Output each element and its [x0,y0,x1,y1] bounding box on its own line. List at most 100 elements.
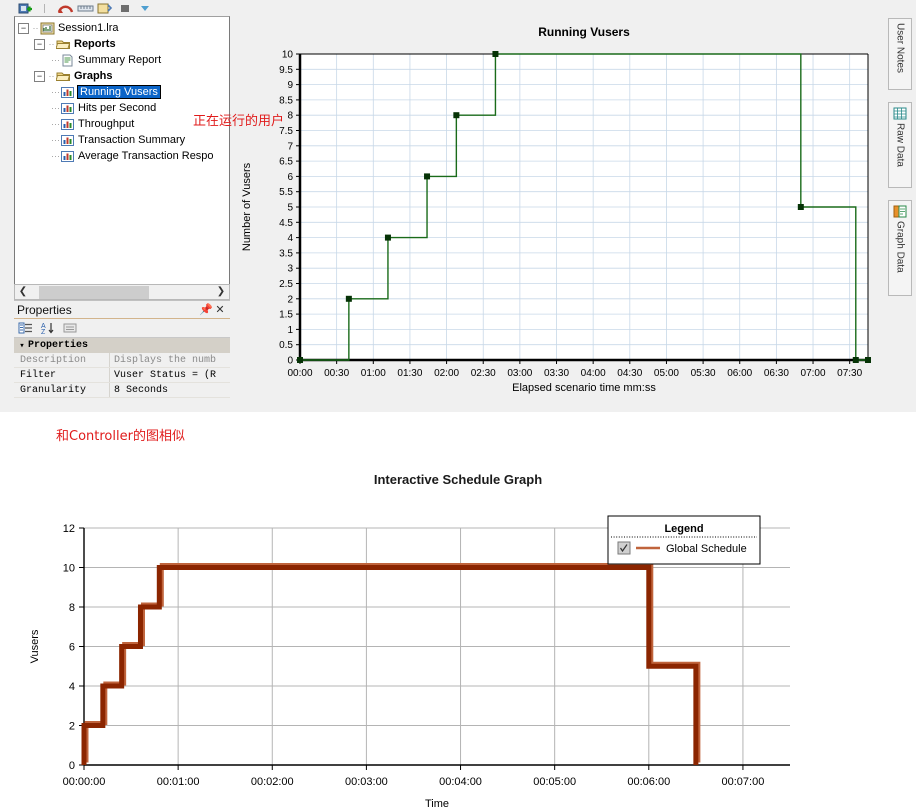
scroll-left-icon[interactable]: ❮ [15,285,31,299]
tree-node-graphs[interactable]: − ·· Graphs [34,68,229,84]
tree-dots: ··· [51,103,60,113]
expander-icon[interactable]: − [34,70,45,82]
tree-dots: ·· [32,23,39,33]
tree-dots: ··· [51,55,60,65]
svg-text:Time: Time [425,798,449,810]
tree-node-reports[interactable]: − ·· Reports [34,36,229,52]
bar-chart-icon [60,118,75,131]
svg-text:05:30: 05:30 [691,368,716,379]
svg-text:8.5: 8.5 [279,95,293,106]
chevron-down-icon[interactable]: ▾ [16,341,28,351]
property-key: Description [20,355,87,366]
scrollbar-thumb[interactable] [39,285,149,299]
svg-text:4: 4 [69,681,75,693]
scrollbar-track[interactable] [31,285,213,299]
svg-text:Number of Vusers: Number of Vusers [241,162,253,251]
properties-category-row[interactable]: ▾ Properties [14,338,230,353]
bar-chart-icon [60,134,75,147]
properties-category-label: Properties [28,340,89,351]
property-pages-icon[interactable] [61,320,79,336]
svg-text:10: 10 [282,50,294,61]
close-icon[interactable]: ✕ [213,303,227,316]
graph-data-icon [893,205,907,218]
tree-horizontal-scrollbar[interactable]: ❮ ❯ [14,284,230,300]
svg-text:05:00: 05:00 [654,368,679,379]
session-tree-panel[interactable]: − ·· Session1.lra − ·· Reports ··· Summa… [14,16,230,291]
folder-icon [56,38,71,51]
new-session-icon[interactable] [16,1,34,16]
interactive-schedule-svg: 0 2 4 6 8 10 12 00:00:00 00:01:00 00:02:00 00:03:0… [0,460,916,810]
tab-label: Raw Data [894,123,906,167]
svg-text:4.5: 4.5 [279,218,293,229]
tab-label: Graph Data [894,221,906,273]
property-key: Granularity [20,385,87,396]
property-row-granularity[interactable]: Granularity 8 Seconds [14,383,230,398]
svg-text:2: 2 [287,294,293,305]
new-graph-icon[interactable] [96,1,114,16]
svg-text:07:00: 07:00 [801,368,826,379]
tree-node-running-vusers[interactable]: ··· Running Vusers [51,84,229,100]
categorized-icon[interactable] [17,320,35,336]
property-row-description[interactable]: Description Displays the numb [14,353,230,368]
properties-grid[interactable]: ▾ Properties Description Displays the nu… [14,338,230,398]
tree-node-label: Graphs [74,70,113,82]
svg-text:Legend: Legend [664,523,703,535]
folder-icon [56,70,71,83]
svg-text:00:00:00: 00:00:00 [63,776,106,788]
report-doc-icon [60,54,75,67]
tree-node-label: Transaction Summary [78,134,186,146]
svg-text:8: 8 [287,111,293,122]
tab-raw-data[interactable]: Raw Data [888,102,912,188]
bar-chart-icon [60,86,75,99]
svg-text:06:00: 06:00 [727,368,752,379]
expander-icon[interactable]: − [18,22,29,34]
svg-text:8: 8 [69,602,75,614]
svg-text:9.5: 9.5 [279,65,293,76]
svg-text:3.5: 3.5 [279,248,293,259]
tree-node-label: Average Transaction Respo [78,150,214,162]
svg-text:00:00: 00:00 [287,368,312,379]
svg-text:7: 7 [287,141,293,152]
chevron-down-icon[interactable] [136,1,154,16]
tree-dots: ··· [51,151,60,161]
svg-text:12: 12 [63,523,75,535]
property-row-filter[interactable]: Filter Vuser Status = (R [14,368,230,383]
pin-icon[interactable]: 📌 [199,303,213,316]
scroll-right-icon[interactable]: ❯ [213,285,229,299]
tab-graph-data[interactable]: Graph Data [888,200,912,296]
alphabetical-icon[interactable]: A Z [39,320,57,336]
svg-text:0: 0 [69,760,75,772]
tree-node-root[interactable]: − ·· Session1.lra [18,20,229,36]
running-vusers-svg: Running Vusers 0 0.5 1 1.5 2 2.5 3 3.5 4 4.5 5 5.5 6 6… [232,16,883,412]
svg-text:00:04:00: 00:04:00 [439,776,482,788]
bar-chart-icon [60,150,75,163]
svg-text:02:30: 02:30 [471,368,496,379]
app-root: − ·· Session1.lra − ·· Reports ··· Summa… [0,0,916,810]
tree-node-average-transaction-response[interactable]: ··· Average Transaction Respo [51,148,229,164]
tree-node-transaction-summary[interactable]: ··· Transaction Summary [51,132,229,148]
svg-text:5: 5 [287,203,293,214]
undo-icon[interactable] [56,1,74,16]
svg-text:03:30: 03:30 [544,368,569,379]
session-toolbar [14,0,230,16]
tree-node-summary-report[interactable]: ··· Summary Report [51,52,229,68]
tree-dots: ··· [51,119,60,129]
interactive-schedule-chart: Interactive Schedule Graph 0 2 4 6 8 10 12 00:0… [0,460,916,810]
tab-user-notes[interactable]: User Notes [888,18,912,90]
svg-text:Z: Z [41,329,46,335]
tree-node-label: Summary Report [78,54,162,66]
ruler-icon[interactable] [76,1,94,16]
annotation-running-users: 正在运行的用户 [193,114,285,129]
svg-text:00:05:00: 00:05:00 [533,776,576,788]
running-vusers-chart: Running Vusers 0 0.5 1 1.5 2 2.5 3 3.5 4 4.5 5 5.5 6 6… [232,16,883,412]
tree-dots: ·· [48,71,55,81]
analysis-window: − ·· Session1.lra − ·· Reports ··· Summa… [0,0,916,412]
annotation-similar-to-controller: 和Controller的图相似 [56,429,185,444]
properties-title-bar: Properties 📌 ✕ [14,301,230,319]
tree-node-label: Session1.lra [58,22,119,34]
right-side-tabs: User Notes Raw Data Graph Data [884,16,916,412]
property-value: 8 Seconds [109,383,230,397]
expander-icon[interactable]: − [34,38,45,50]
svg-text:5.5: 5.5 [279,187,293,198]
stop-icon[interactable] [116,1,134,16]
